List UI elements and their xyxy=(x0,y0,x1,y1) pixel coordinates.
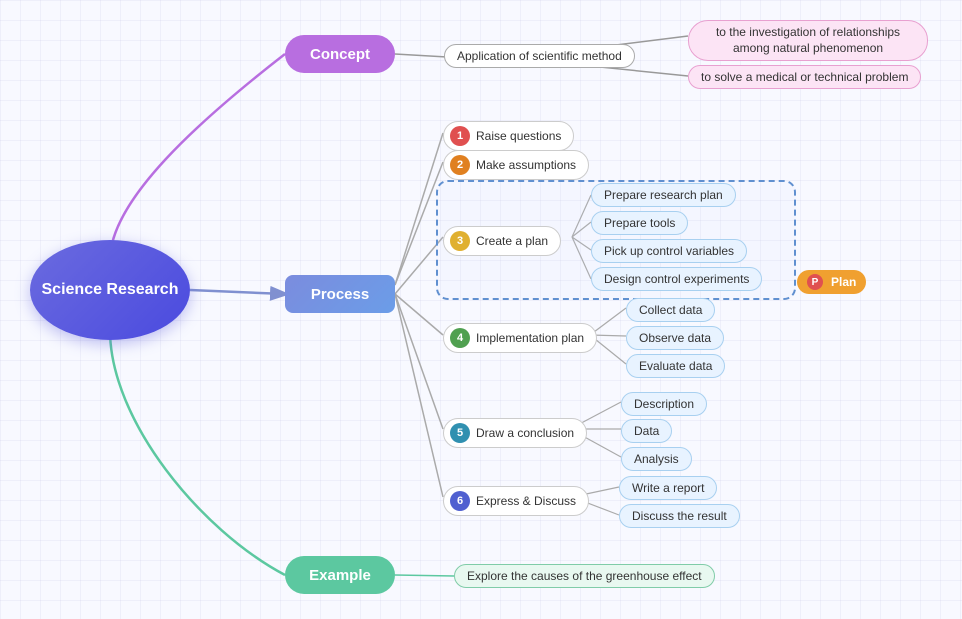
greenhouse-pill: Explore the causes of the greenhouse eff… xyxy=(454,564,715,588)
process-node: Process xyxy=(285,275,395,313)
collect-data-pill: Collect data xyxy=(626,298,715,322)
step6-badge: 6 xyxy=(450,491,470,511)
step5-badge: 5 xyxy=(450,423,470,443)
center-node: Science Research xyxy=(30,240,190,340)
concept-node: Concept xyxy=(285,35,395,73)
pickup-vars-pill: Pick up control variables xyxy=(591,239,747,263)
analysis-pill: Analysis xyxy=(621,447,692,471)
step3-badge: 3 xyxy=(450,231,470,251)
discuss-result-pill: Discuss the result xyxy=(619,504,740,528)
step1-node: 1 Raise questions xyxy=(443,121,574,151)
concept-child2-pill: to solve a medical or technical problem xyxy=(688,65,921,89)
step2-node: 2 Make assumptions xyxy=(443,150,589,180)
design-exp-pill: Design control experiments xyxy=(591,267,762,291)
step4-node: 4 Implementation plan xyxy=(443,323,597,353)
data-pill: Data xyxy=(621,419,672,443)
step6-node: 6 Express & Discuss xyxy=(443,486,589,516)
description-pill: Description xyxy=(621,392,707,416)
step1-badge: 1 xyxy=(450,126,470,146)
evaluate-data-pill: Evaluate data xyxy=(626,354,725,378)
example-node: Example xyxy=(285,556,395,594)
step5-node: 5 Draw a conclusion xyxy=(443,418,587,448)
observe-data-pill: Observe data xyxy=(626,326,724,350)
step3-node: 3 Create a plan xyxy=(443,226,561,256)
prepare-research-pill: Prepare research plan xyxy=(591,183,736,207)
step4-badge: 4 xyxy=(450,328,470,348)
app-scientific-pill: Application of scientific method xyxy=(444,44,635,68)
write-report-pill: Write a report xyxy=(619,476,717,500)
concept-child1-pill: to the investigation of relationships am… xyxy=(688,20,928,61)
prepare-tools-pill: Prepare tools xyxy=(591,211,688,235)
step2-badge: 2 xyxy=(450,155,470,175)
plan-badge: P Plan xyxy=(797,270,866,294)
